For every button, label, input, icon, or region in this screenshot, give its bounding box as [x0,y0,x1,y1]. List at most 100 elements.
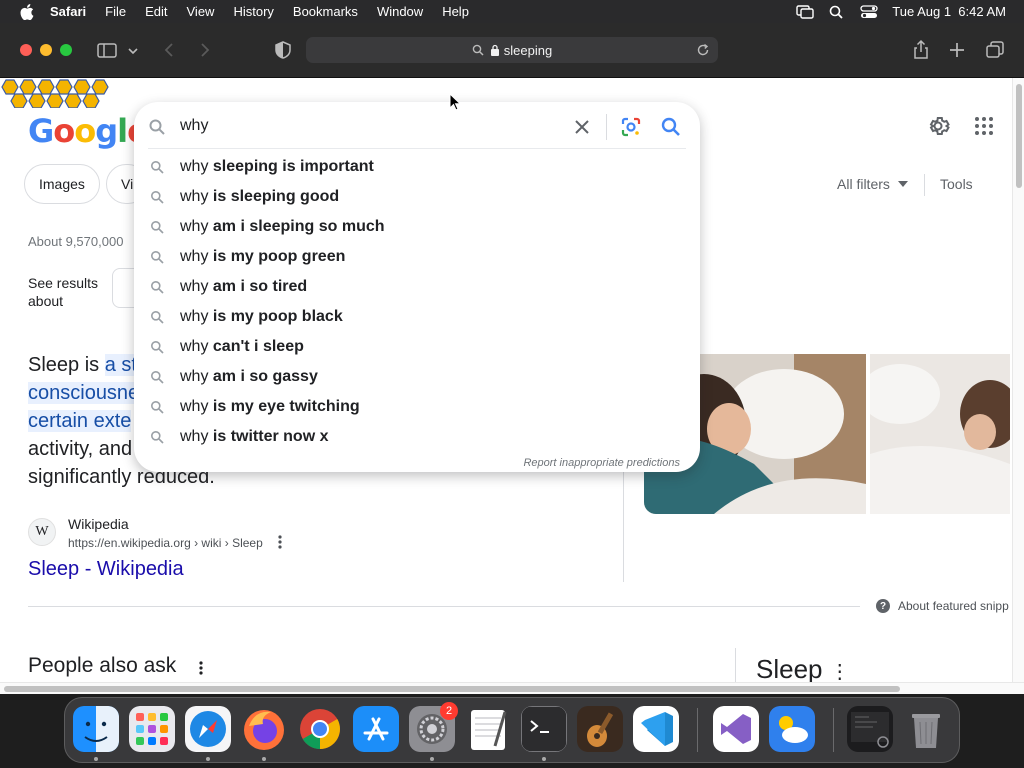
suggestion-completion: am i sleeping so much [212,218,385,235]
scrollbar-thumb[interactable] [1016,84,1022,188]
menu-bookmarks[interactable]: Bookmarks [293,4,358,19]
more-options-icon[interactable] [196,660,206,676]
suggestion-item[interactable]: why sleeping is important [134,152,700,182]
google-logo[interactable]: Google [28,112,149,150]
result-source-name[interactable]: Wikipedia [68,516,129,532]
chrome-icon[interactable] [297,706,343,752]
suggestion-item[interactable]: why is my poop green [134,242,700,272]
running-indicator [94,757,98,761]
terminal-icon[interactable] [521,706,567,752]
chevron-down-icon[interactable] [126,39,140,61]
suggestion-completion: sleeping is important [212,158,374,175]
search-icon [472,44,484,56]
new-tab-icon[interactable] [946,39,968,61]
settings-gear-icon[interactable] [926,114,950,138]
suggestion-item[interactable]: why is sleeping good [134,182,700,212]
close-window-button[interactable] [20,44,32,56]
sidebar-toggle-icon[interactable] [96,39,118,61]
suggestion-item[interactable]: why am i so tired [134,272,700,302]
web-page: Google Images Vi All filters Tools About… [0,78,1012,682]
more-options-icon[interactable] [274,534,286,550]
menu-file[interactable]: File [105,4,126,19]
firefox-icon[interactable] [241,706,287,752]
logo-letter: o [53,112,75,150]
back-icon[interactable] [158,39,180,61]
snippet-highlight: certain exte [28,410,132,432]
launchpad-icon[interactable] [129,706,175,752]
menu-help[interactable]: Help [442,4,469,19]
horizontal-scrollbar[interactable] [0,682,1024,694]
tab-overview-icon[interactable] [984,39,1006,61]
search-submit-icon[interactable] [660,116,682,138]
suggestion-prefix: why [180,218,209,235]
privacy-shield-icon[interactable] [272,39,294,61]
menu-window[interactable]: Window [377,4,423,19]
app-store-icon[interactable] [353,706,399,752]
menubar: Safari File Edit View History Bookmarks … [0,0,1024,23]
divider [28,606,860,607]
clear-icon[interactable] [572,117,592,137]
garageband-icon[interactable] [577,706,623,752]
reload-icon[interactable] [696,43,710,57]
suggestion-completion: can't i sleep [212,338,304,355]
trash-icon[interactable] [903,706,949,752]
dock-separator [697,708,698,752]
menu-edit[interactable]: Edit [145,4,167,19]
weather-icon[interactable] [769,706,815,752]
address-bar[interactable]: sleeping [306,37,718,63]
search-icon [149,119,165,135]
safari-icon[interactable] [185,706,231,752]
apple-icon[interactable] [20,3,34,20]
scrollbar-thumb[interactable] [4,686,900,692]
suggestion-item[interactable]: why is my poop black [134,302,700,332]
menu-view[interactable]: View [187,4,215,19]
result-title-link[interactable]: Sleep - Wikipedia [28,558,184,581]
running-indicator [262,757,266,761]
share-icon[interactable] [910,39,932,61]
search-icon [151,281,164,294]
menu-safari[interactable]: Safari [50,4,86,19]
suggestion-item[interactable]: why can't i sleep [134,332,700,362]
result-count: About 9,570,000 [28,234,124,249]
search-input[interactable]: why [180,117,208,135]
more-options-icon[interactable]: ⋮ [830,661,850,682]
menu-history[interactable]: History [233,4,273,19]
control-center-icon[interactable] [860,4,878,19]
vertical-scrollbar[interactable] [1012,78,1024,682]
suggestion-list: why sleeping is important why is sleepin… [134,152,700,452]
zoom-window-button[interactable] [60,44,72,56]
lock-icon [490,44,499,56]
filter-chip-images[interactable]: Images [24,164,100,204]
suggestion-item[interactable]: why am i so gassy [134,362,700,392]
google-apps-icon[interactable] [974,116,994,136]
minimize-window-button[interactable] [40,44,52,56]
browser-toolbar: sleeping [0,23,1024,78]
all-filters-button[interactable]: All filters [837,176,908,192]
about-featured-snippets-link[interactable]: ? About featured snipp [876,599,1009,613]
menubar-clock[interactable]: Tue Aug 1 6:42 AM [892,4,1006,19]
tools-button[interactable]: Tools [940,176,973,192]
vscode-icon[interactable] [633,706,679,752]
result-url[interactable]: https://en.wikipedia.org › wiki › Sleep [68,536,263,550]
suggestion-prefix: why [180,188,209,205]
suggestion-text: why is my poop green [180,248,345,266]
textedit-icon[interactable] [465,706,511,752]
report-predictions-link[interactable]: Report inappropriate predictions [523,457,680,469]
suggestion-item[interactable]: why is twitter now x [134,422,700,452]
suggestion-prefix: why [180,368,209,385]
spotlight-search-icon[interactable] [828,5,846,19]
suggestion-item[interactable]: why am i sleeping so much [134,212,700,242]
google-lens-icon[interactable] [620,116,642,138]
window-preview-icon[interactable] [847,706,893,752]
forward-icon[interactable] [194,39,216,61]
search-icon [151,221,164,234]
suggestion-item[interactable]: why is my eye twitching [134,392,700,422]
chip-label: Vi [121,176,134,192]
knowledge-panel-title-text: Sleep [756,654,823,682]
suggestion-text: why am i so gassy [180,368,318,386]
finder-icon[interactable] [73,706,119,752]
visual-studio-icon[interactable] [713,706,759,752]
sleeping-person-image[interactable] [870,354,1010,514]
screen-mirroring-icon[interactable] [796,4,814,19]
see-results-about-label: See results about [28,275,99,309]
